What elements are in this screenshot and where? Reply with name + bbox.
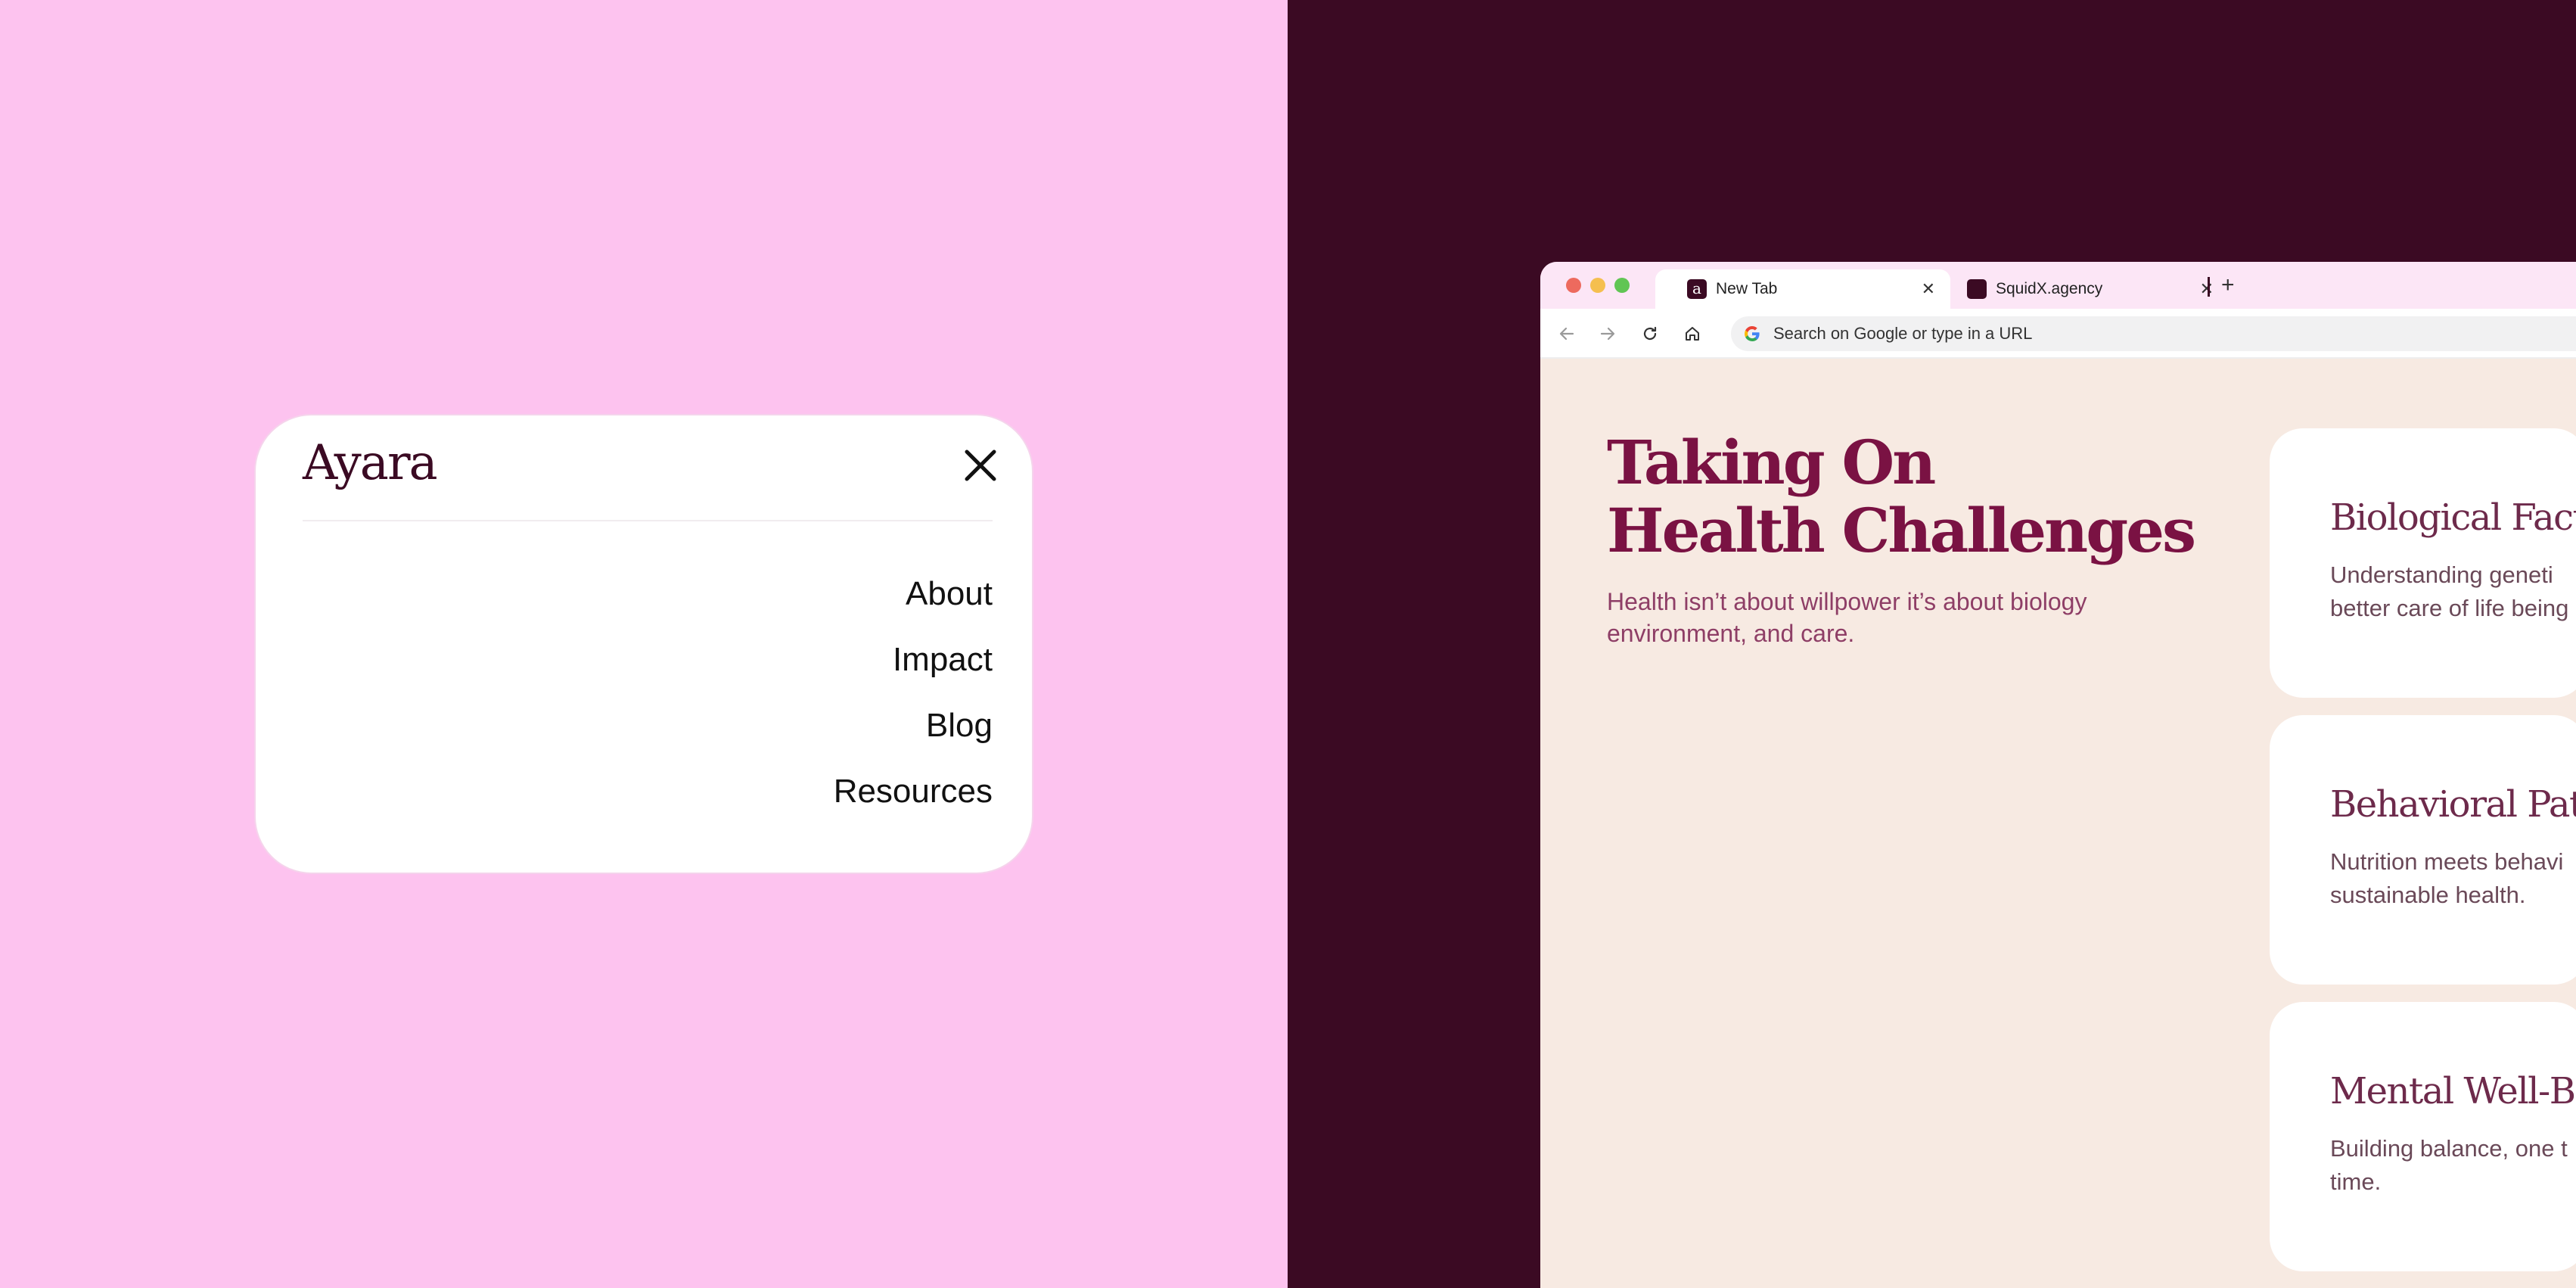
menu-divider [303,520,993,521]
title-line-2: Health Challenges [1607,495,2196,566]
title-line-1: Taking On [1607,427,1936,498]
reload-icon[interactable] [1637,321,1663,347]
address-placeholder: Search on Google or type in a URL [1773,324,2033,343]
card-biological[interactable]: Biological Facto Understanding geneti be… [2270,428,2576,698]
mobile-menu-card: Ayara About Impact Blog Resources [254,414,1033,874]
favicon-icon: a [1687,279,1707,299]
card-title: Behavioral Patt [2330,783,2576,826]
card-text-line: Building balance, one t [2330,1135,2568,1162]
card-text: Nutrition meets behavi sustainable healt… [2330,845,2576,912]
back-icon[interactable] [1554,321,1580,347]
maximize-window-icon[interactable] [1614,278,1630,293]
tab-new-tab[interactable]: a New Tab ✕ [1655,269,1950,309]
left-panel: Ayara About Impact Blog Resources [0,0,1288,1288]
tab-bar: a New Tab ✕ SquidX.agency ✕ + [1540,262,2576,309]
card-behavioral[interactable]: Behavioral Patt Nutrition meets behavi s… [2270,715,2576,985]
browser-toolbar: Search on Google or type in a URL [1540,309,2576,359]
tab-squidx[interactable]: SquidX.agency ✕ [1934,269,2229,309]
card-mental[interactable]: Mental Well-Be Building balance, one t t… [2270,1002,2576,1271]
page-subtitle: Health isn’t about willpower it’s about … [1607,588,2087,647]
card-title: Mental Well-Be [2330,1070,2576,1112]
tab-label: New Tab [1716,280,1778,297]
new-tab-icon[interactable]: + [2221,272,2235,298]
tab-label: SquidX.agency [1996,280,2103,297]
forward-icon[interactable] [1595,321,1620,347]
menu-item-about[interactable]: About [834,561,993,627]
home-icon[interactable] [1680,321,1705,347]
card-text-line: Nutrition meets behavi [2330,848,2564,875]
favicon-icon [1967,279,1987,299]
address-bar[interactable]: Search on Google or type in a URL [1731,316,2576,351]
card-text: Building balance, one t time. [2330,1132,2576,1199]
browser-window: a New Tab ✕ SquidX.agency ✕ + Search on … [1540,262,2576,1288]
card-text: Understanding geneti better care of life… [2330,558,2576,625]
close-window-icon[interactable] [1566,278,1581,293]
page-title: Taking On Health Challenges [1607,427,2196,566]
tab-divider [2208,277,2210,297]
menu-item-impact[interactable]: Impact [834,627,993,692]
menu-item-blog[interactable]: Blog [834,692,993,758]
minimize-window-icon[interactable] [1590,278,1605,293]
menu-item-resources[interactable]: Resources [834,758,993,824]
card-text-line: better care of life being [2330,595,2569,621]
card-text-line: sustainable health. [2330,882,2526,908]
card-title: Biological Facto [2330,496,2576,539]
brand-logo[interactable]: Ayara [303,435,438,491]
card-text-line: Understanding geneti [2330,562,2553,588]
card-text-line: time. [2330,1168,2382,1195]
menu-nav: About Impact Blog Resources [834,561,993,824]
tab-close-icon[interactable]: ✕ [2200,279,2214,299]
close-icon[interactable] [961,446,1000,485]
web-page: Taking On Health Challenges Health isn’t… [1540,360,2576,1288]
google-icon [1745,326,1760,342]
